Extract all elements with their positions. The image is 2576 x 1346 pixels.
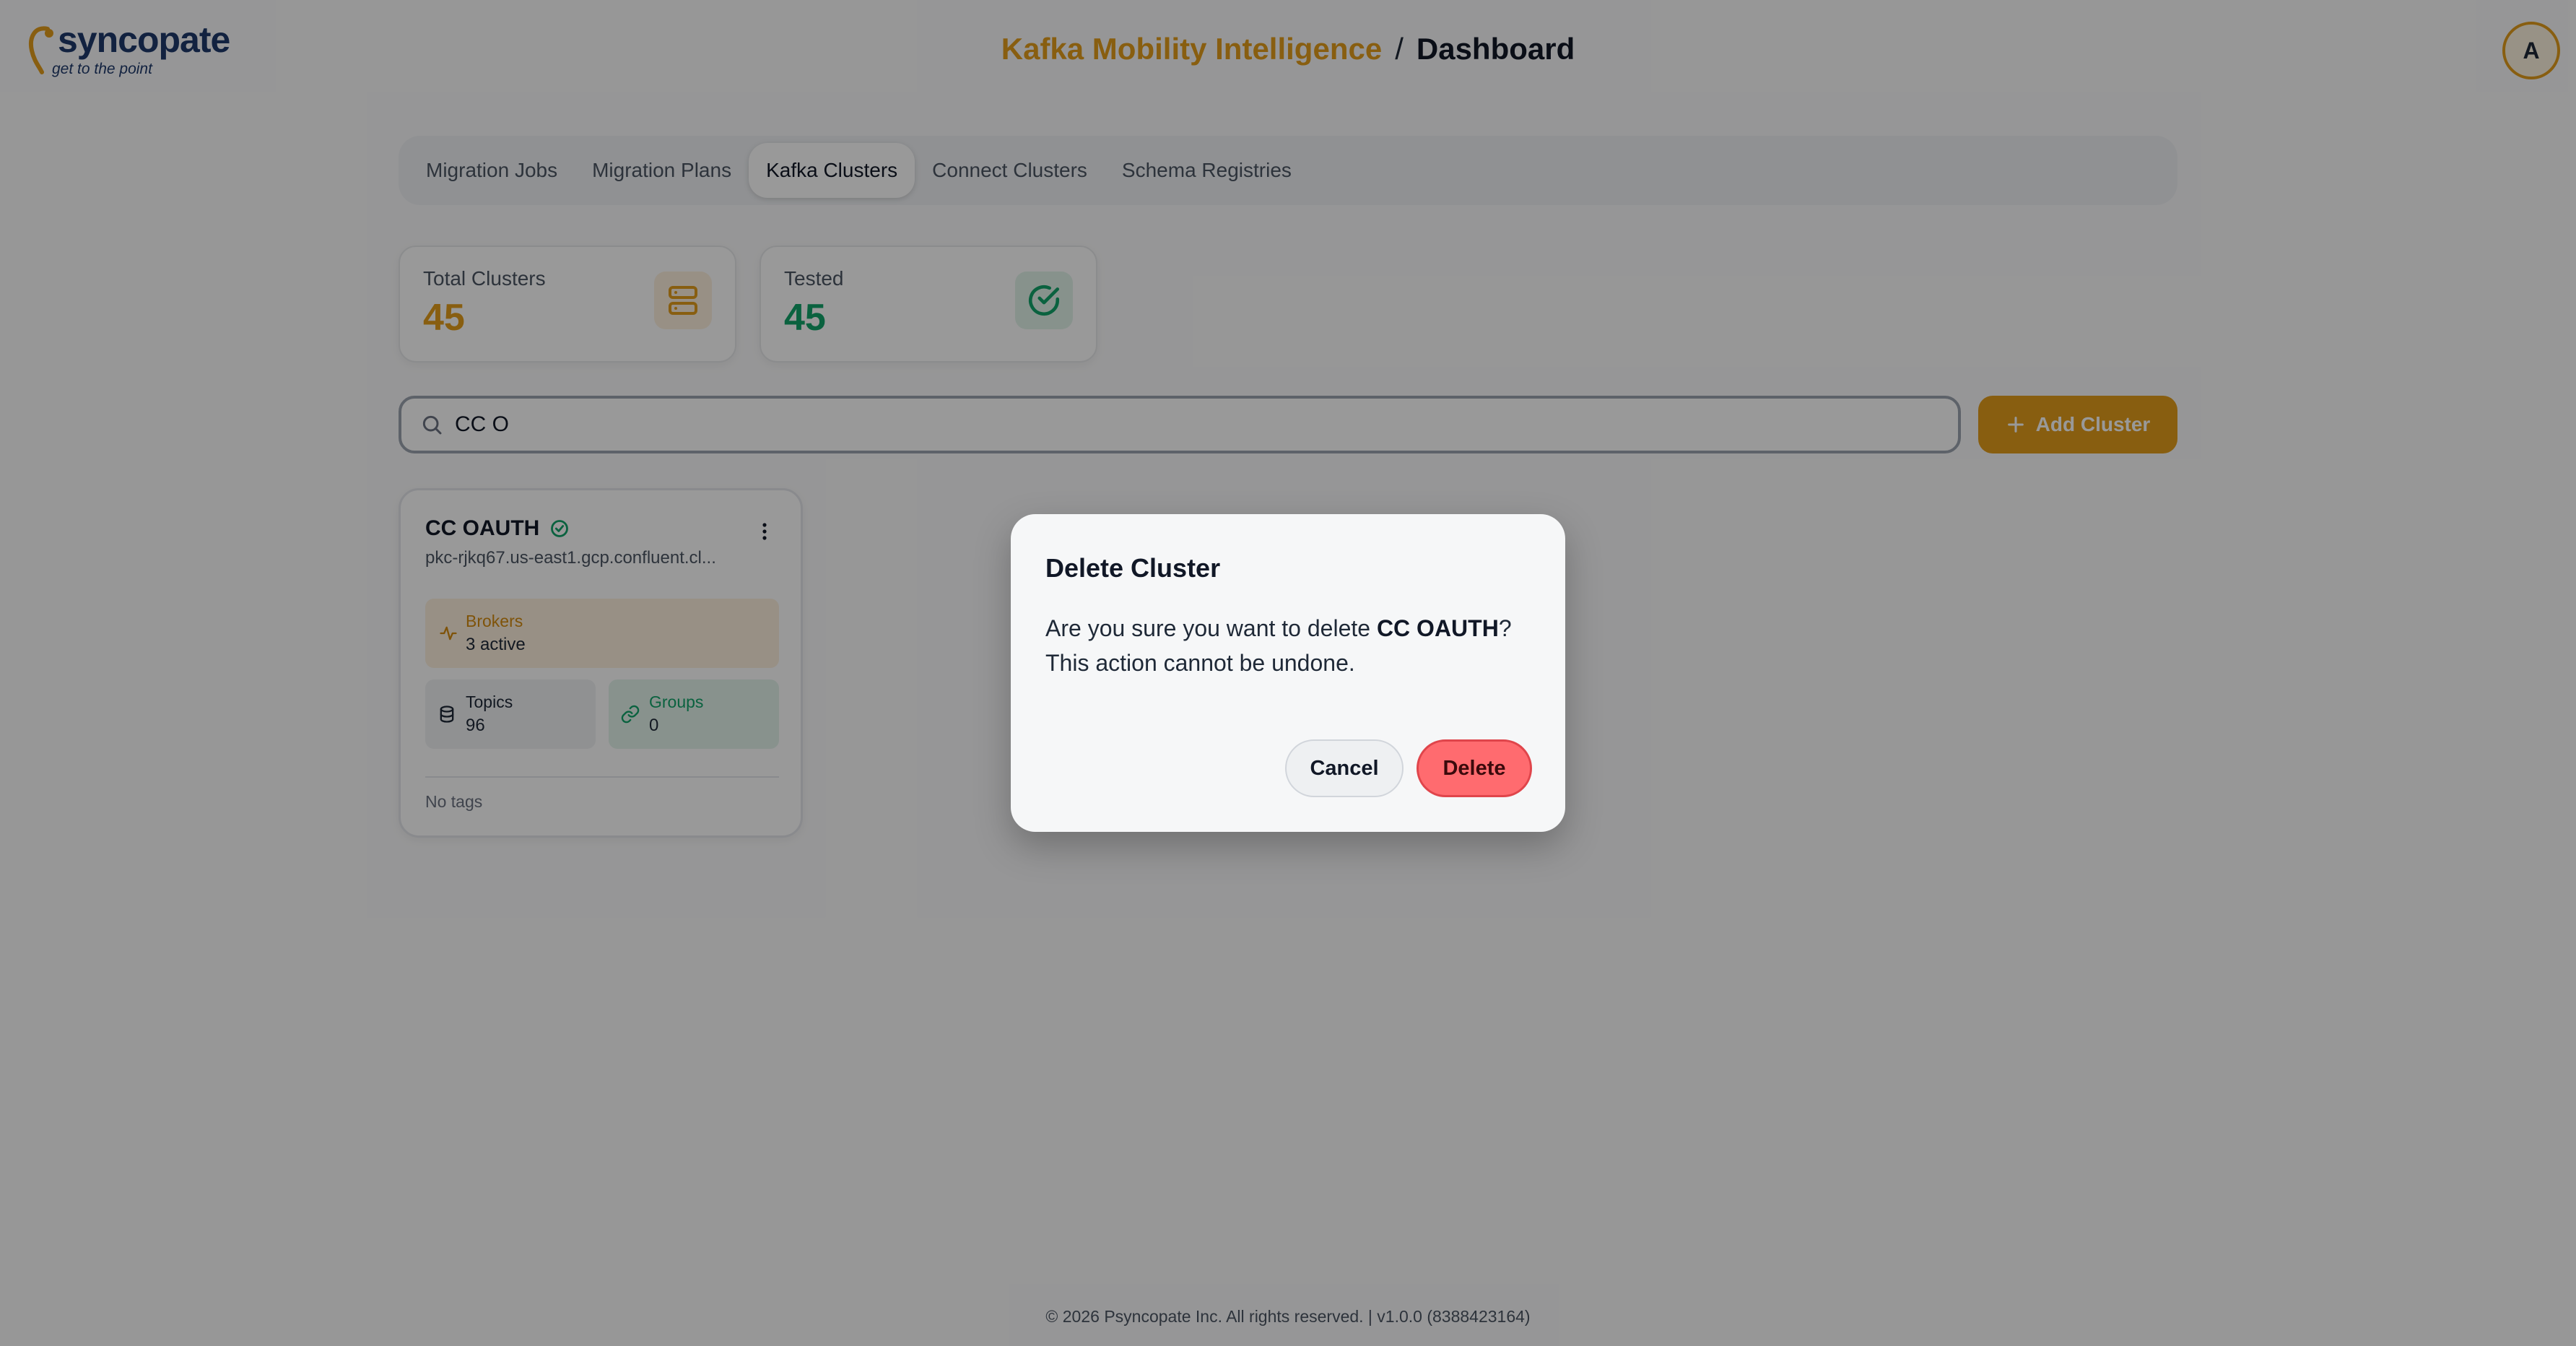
dialog-title: Delete Cluster bbox=[1045, 553, 1221, 583]
dialog-message-suffix: ? bbox=[1498, 615, 1512, 641]
dialog-message-prefix: Are you sure you want to delete bbox=[1045, 615, 1377, 641]
delete-cluster-dialog: Delete Cluster Are you sure you want to … bbox=[1011, 514, 1565, 832]
cancel-button[interactable]: Cancel bbox=[1285, 739, 1404, 797]
dialog-message: Are you sure you want to delete CC OAUTH… bbox=[1045, 611, 1544, 680]
delete-button[interactable]: Delete bbox=[1417, 739, 1532, 797]
dialog-warning: This action cannot be undone. bbox=[1045, 650, 1355, 676]
dialog-cluster-name: CC OAUTH bbox=[1376, 615, 1499, 641]
